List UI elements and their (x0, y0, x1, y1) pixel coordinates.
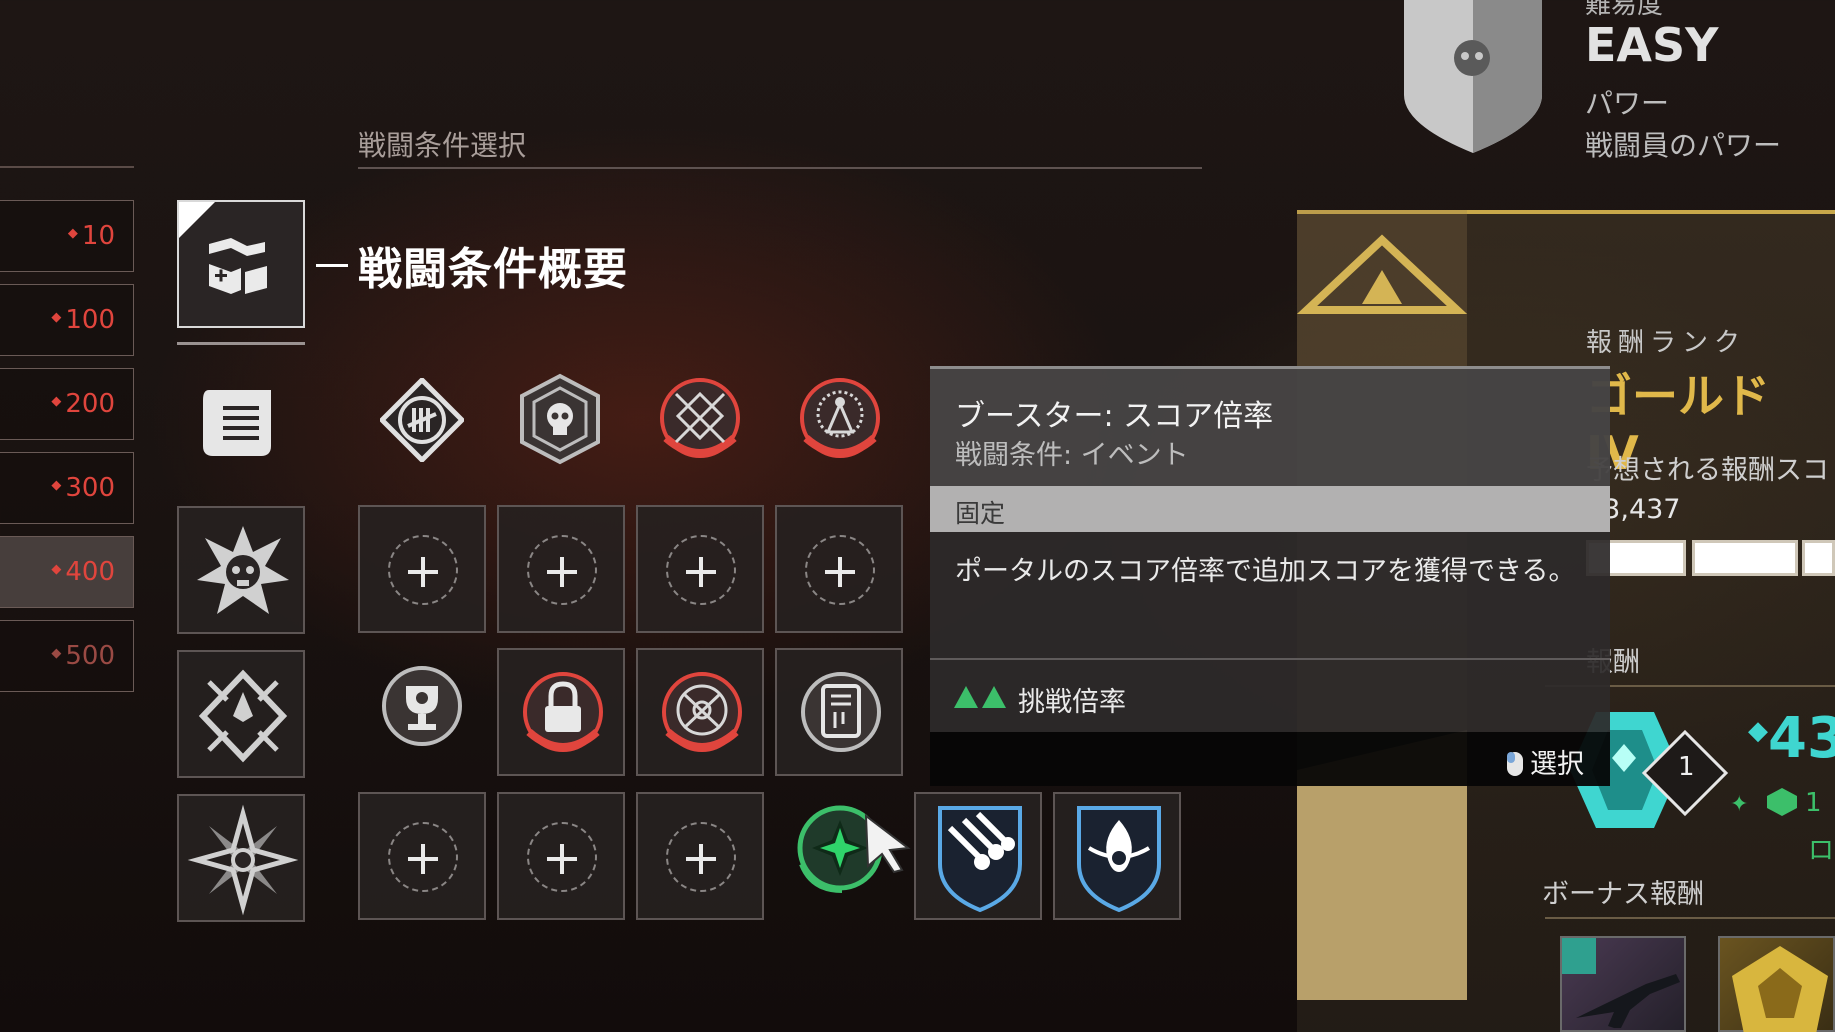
reward-score-big: ◆43 (1748, 706, 1835, 771)
empty-slot[interactable] (497, 792, 625, 920)
target-red-icon (662, 672, 742, 752)
add-icon (666, 535, 736, 605)
modifier-tooltip: ブースター: スコア倍率 戦闘条件: イベント 固定 ポータルのスコア倍率で追加… (930, 366, 1610, 786)
add-icon (388, 822, 458, 892)
score-step[interactable]: ◆ 100 (0, 284, 134, 356)
device-modifier-slot[interactable] (775, 648, 903, 776)
tooltip-body: ポータルのスコア倍率で追加スコアを獲得できる。 (930, 532, 1610, 658)
empty-slot[interactable] (358, 792, 486, 920)
add-icon (388, 535, 458, 605)
score-diamond-icon: ◆ (67, 225, 78, 241)
section-title: 戦闘条件選択 (358, 129, 527, 162)
fire-red-modifier-icon[interactable] (798, 376, 882, 466)
bonus-divider (1545, 917, 1835, 919)
modifiers-overview-icon (179, 202, 267, 294)
score-step[interactable]: ◆ 500 (0, 620, 134, 692)
difficulty-value: EASY (1585, 18, 1719, 72)
champion-category-tile[interactable] (177, 650, 305, 778)
add-icon (805, 535, 875, 605)
booster-slot-flame[interactable] (1053, 792, 1181, 920)
mouse-icon (1507, 752, 1523, 776)
empty-slot[interactable] (636, 505, 764, 633)
select-label: 選択 (1530, 749, 1584, 780)
empty-slot[interactable] (358, 505, 486, 633)
comet-shield-icon (938, 806, 1022, 913)
locked-slot[interactable] (497, 648, 625, 776)
reward-extra: ロ (1808, 836, 1835, 866)
tally-modifier-icon[interactable] (378, 376, 466, 464)
reward-mini-icon: ✦ (1730, 792, 1749, 817)
threat-red-modifier-icon[interactable] (658, 376, 742, 466)
tooltip-footer: 選択 (930, 732, 1610, 786)
diamond-star-icon (198, 669, 288, 763)
star-compass-icon (187, 804, 299, 916)
reward-mini-orb (1765, 786, 1805, 816)
skull-hex-modifier-icon[interactable] (518, 372, 602, 466)
double-up-arrow-icon (954, 686, 1006, 708)
overview-category-tile[interactable] (177, 200, 305, 328)
score-step[interactable]: ◆ 200 (0, 368, 134, 440)
title-dash (316, 264, 348, 267)
score-diamond-icon: ◆ (51, 561, 62, 577)
score-diamond-icon: ◆ (51, 309, 62, 325)
mouse-cursor (862, 813, 916, 874)
booster-slot-comet[interactable] (914, 792, 1042, 920)
score-diamond-icon: ◆ (51, 393, 62, 409)
empty-slot[interactable] (636, 792, 764, 920)
tooltip-header: ブースター: スコア倍率 戦闘条件: イベント (930, 366, 1610, 486)
flame-shield-icon (1077, 806, 1161, 913)
score-step[interactable]: ◆ 10 (0, 200, 134, 272)
empty-slot[interactable] (775, 505, 903, 633)
tooltip-tag: 固定 (955, 499, 1006, 528)
skull-burst-icon (197, 526, 289, 614)
page-title: 戦闘条件概要 (358, 244, 628, 295)
rank-label: 報酬ランク (1586, 328, 1747, 358)
bonus-reward-label: ボーナス報酬 (1542, 879, 1704, 910)
target-modifier-slot[interactable] (636, 648, 764, 776)
gold-engram-icon (1732, 946, 1828, 1032)
score-step-label: 500 (65, 641, 115, 671)
empty-slot[interactable] (497, 505, 625, 633)
rank-bar-segment (1802, 540, 1835, 576)
scroll-icon[interactable] (195, 380, 295, 460)
reward-mini-count: 1 (1805, 788, 1822, 818)
score-step[interactable]: ◆ 400 (0, 536, 134, 608)
trophy-modifier-icon[interactable] (380, 664, 464, 748)
section-divider (358, 167, 1202, 169)
score-step-label: 400 (65, 557, 115, 587)
score-step-label: 10 (81, 221, 115, 251)
score-step-label: 300 (65, 473, 115, 503)
difficulty-emblem (1402, 0, 1544, 155)
tooltip-subtitle: 戦闘条件: イベント (955, 440, 1189, 471)
bonus-engram-item[interactable] (1718, 936, 1835, 1032)
booster-category-tile[interactable] (177, 794, 305, 922)
tooltip-tag-bar: 固定 (930, 486, 1610, 532)
score-diamond-icon: ◆ (51, 477, 62, 493)
power-sub: 戦闘員のパワー (1585, 129, 1782, 162)
score-diamond-icon: ◆ (51, 645, 62, 661)
score-step-label: 100 (65, 305, 115, 335)
reward-count: 1 (1678, 752, 1695, 782)
steps-top-divider (0, 166, 134, 168)
score-step-label: 200 (65, 389, 115, 419)
power-label: パワー (1585, 87, 1670, 120)
weapon-icon (1576, 974, 1680, 1028)
tooltip-description: ポータルのスコア倍率で追加スコアを獲得できる。 (955, 556, 1576, 587)
score-step[interactable]: ◆ 300 (0, 452, 134, 524)
add-icon (527, 822, 597, 892)
select-action[interactable]: 選択 (1506, 742, 1584, 781)
bonus-weapon-item[interactable] (1560, 936, 1686, 1032)
tooltip-title: ブースター: スコア倍率 (955, 399, 1274, 434)
add-icon (666, 822, 736, 892)
category-divider (177, 342, 305, 345)
threat-category-tile[interactable] (177, 506, 305, 634)
lock-icon (523, 672, 603, 752)
device-icon (801, 672, 881, 752)
add-icon (527, 535, 597, 605)
tooltip-modifier-row: 挑戦倍率 (930, 660, 1610, 732)
rank-bar-segment (1692, 540, 1798, 576)
expected-score-label: 予想される報酬スコ (1586, 455, 1829, 486)
tooltip-modifier-label: 挑戦倍率 (1018, 687, 1126, 718)
